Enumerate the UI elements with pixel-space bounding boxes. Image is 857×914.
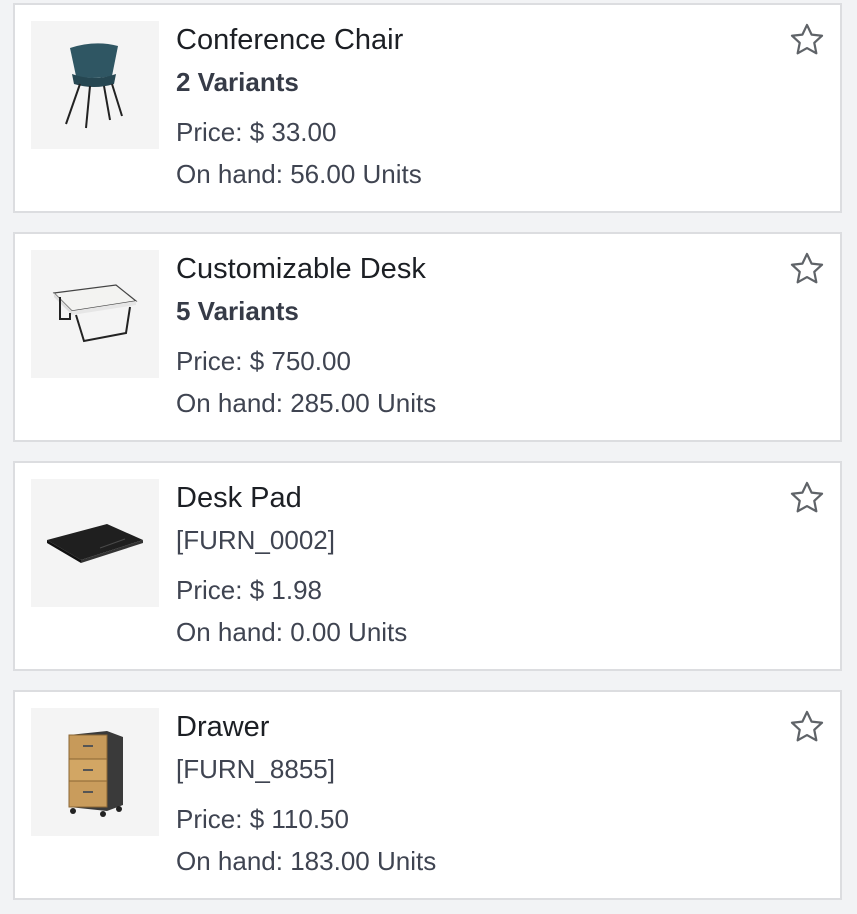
product-variants: 2 Variants (176, 67, 299, 97)
price-value: $ 750.00 (249, 346, 351, 376)
onhand-value: 0.00 Units (290, 617, 408, 647)
product-info: Drawer [FURN_8855] Price: $ 110.50 On ha… (176, 706, 780, 882)
price-label: Price: (176, 804, 243, 834)
onhand-label: On hand: (176, 159, 283, 189)
desk-icon (52, 284, 138, 343)
price-label: Price: (176, 346, 243, 376)
product-onhand: On hand: 56.00 Units (176, 153, 780, 195)
favorite-star-icon[interactable] (788, 250, 826, 288)
product-kanban-list: Conference Chair 2 Variants Price: $ 33.… (0, 0, 857, 914)
favorite-star-icon[interactable] (788, 708, 826, 746)
chair-icon (65, 43, 123, 129)
product-name: Drawer (176, 711, 270, 743)
product-info: Conference Chair 2 Variants Price: $ 33.… (176, 19, 780, 195)
price-value: $ 1.98 (249, 575, 322, 605)
onhand-value: 56.00 Units (290, 159, 422, 189)
product-card[interactable]: Desk Pad [FURN_0002] Price: $ 1.98 On ha… (13, 461, 842, 671)
product-image (31, 708, 159, 836)
product-card[interactable]: Conference Chair 2 Variants Price: $ 33.… (13, 3, 842, 213)
product-price: Price: $ 1.98 (176, 569, 780, 611)
product-image (31, 479, 159, 607)
drawer-icon (68, 731, 123, 817)
price-label: Price: (176, 117, 243, 147)
product-name: Customizable Desk (176, 253, 426, 285)
product-card[interactable]: Customizable Desk 5 Variants Price: $ 75… (13, 232, 842, 442)
desk-pad-icon (47, 524, 143, 563)
price-label: Price: (176, 575, 243, 605)
product-info: Customizable Desk 5 Variants Price: $ 75… (176, 248, 780, 424)
onhand-value: 285.00 Units (290, 388, 437, 418)
price-value: $ 33.00 (249, 117, 337, 147)
product-variants: 5 Variants (176, 296, 299, 326)
product-card[interactable]: Drawer [FURN_8855] Price: $ 110.50 On ha… (13, 690, 842, 900)
favorite-star-icon[interactable] (788, 21, 826, 59)
product-reference: [FURN_8855] (176, 754, 335, 784)
product-reference: [FURN_0002] (176, 525, 335, 555)
product-onhand: On hand: 183.00 Units (176, 840, 780, 882)
product-price: Price: $ 33.00 (176, 111, 780, 153)
onhand-label: On hand: (176, 388, 283, 418)
product-name: Desk Pad (176, 482, 302, 514)
product-price: Price: $ 750.00 (176, 340, 780, 382)
product-name: Conference Chair (176, 24, 404, 56)
product-image (31, 21, 159, 149)
product-onhand: On hand: 285.00 Units (176, 382, 780, 424)
onhand-label: On hand: (176, 846, 283, 876)
product-price: Price: $ 110.50 (176, 798, 780, 840)
price-value: $ 110.50 (249, 804, 349, 834)
product-image (31, 250, 159, 378)
product-onhand: On hand: 0.00 Units (176, 611, 780, 653)
product-info: Desk Pad [FURN_0002] Price: $ 1.98 On ha… (176, 477, 780, 653)
onhand-value: 183.00 Units (290, 846, 437, 876)
favorite-star-icon[interactable] (788, 479, 826, 517)
onhand-label: On hand: (176, 617, 283, 647)
